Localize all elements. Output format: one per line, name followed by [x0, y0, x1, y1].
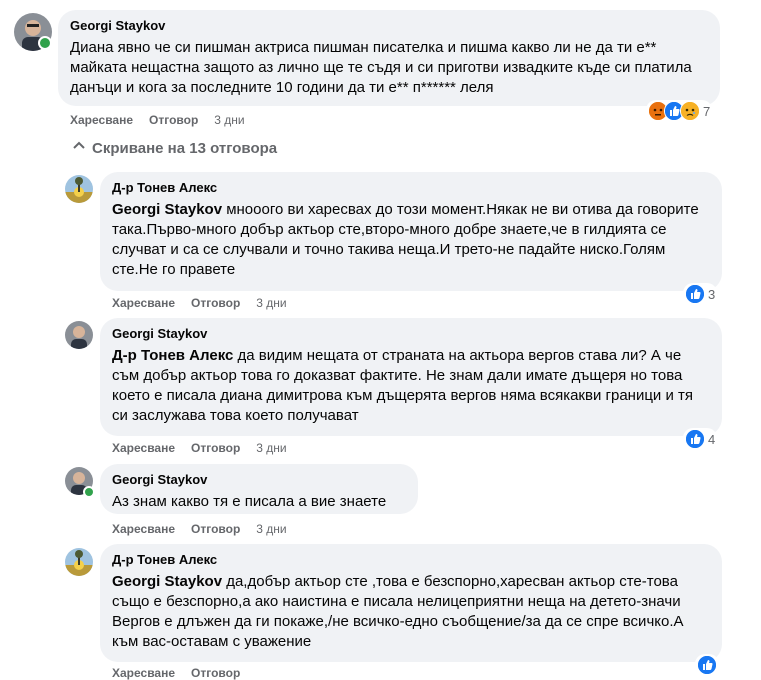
- like-button[interactable]: Харесване: [112, 522, 175, 536]
- comment-text: Georgi Staykov мнооого ви харесвах до то…: [112, 200, 710, 280]
- comment-text: Georgi Staykov да,добър актьор сте ,това…: [112, 572, 710, 652]
- comment-actions: Харесване Отговор 3 дни: [112, 522, 287, 536]
- mention-link[interactable]: Georgi Staykov: [112, 573, 222, 590]
- like-reaction-icon: [697, 655, 717, 675]
- comment-text: Диана явно че си пишман актриса пишман п…: [70, 39, 692, 96]
- like-button[interactable]: Харесване: [112, 296, 175, 310]
- reaction-count: 4: [708, 431, 716, 447]
- comment-actions: Харесване Отговор 3 дни: [70, 113, 245, 127]
- comment-bubble: Georgi Staykov Д-р Тонев Алекс да видим …: [100, 318, 722, 436]
- comment-author[interactable]: Д-р Тонев Алекс: [112, 552, 710, 568]
- avatar[interactable]: [65, 548, 93, 576]
- comment-author[interactable]: Georgi Staykov: [112, 326, 710, 342]
- comment-actions: Харесване Отговор: [112, 666, 240, 680]
- like-button[interactable]: Харесване: [112, 441, 175, 455]
- reply-button[interactable]: Отговор: [191, 666, 240, 680]
- hide-replies-button[interactable]: Скриване на 13 отговора: [72, 139, 277, 157]
- comment-text: Аз знам какво тя е писала а вие знаете: [112, 493, 387, 510]
- like-button[interactable]: Харесване: [70, 113, 133, 127]
- avatar[interactable]: [65, 175, 93, 203]
- comment-text: Д-р Тонев Алекс да видим нещата от стран…: [112, 346, 710, 426]
- mention-link[interactable]: Georgi Staykov: [112, 201, 222, 218]
- comment-actions: Харесване Отговор 3 дни: [112, 296, 287, 310]
- timestamp[interactable]: 3 дни: [214, 113, 244, 127]
- chevron-up-icon: [72, 139, 86, 157]
- reactions-summary[interactable]: 4: [683, 428, 718, 450]
- like-button[interactable]: Харесване: [112, 666, 175, 680]
- online-status-icon: [38, 36, 52, 50]
- reaction-count: 3: [708, 286, 716, 302]
- timestamp[interactable]: 3 дни: [256, 441, 286, 455]
- comment-author[interactable]: Д-р Тонев Алекс: [112, 180, 710, 196]
- like-reaction-icon: [685, 429, 705, 449]
- avatar[interactable]: [65, 321, 93, 349]
- online-status-icon: [83, 486, 95, 498]
- comment-author[interactable]: Georgi Staykov: [112, 472, 406, 488]
- reply-button[interactable]: Отговор: [191, 296, 240, 310]
- reactions-summary[interactable]: 7: [646, 100, 713, 122]
- comment-bubble: Д-р Тонев Алекс Georgi Staykov мнооого в…: [100, 172, 722, 291]
- mention-link[interactable]: Д-р Тонев Алекс: [112, 347, 233, 364]
- reactions-summary[interactable]: 3: [683, 283, 718, 305]
- comment-actions: Харесване Отговор 3 дни: [112, 441, 287, 455]
- reply-button[interactable]: Отговор: [191, 522, 240, 536]
- reply-button[interactable]: Отговор: [191, 441, 240, 455]
- sad-reaction-icon: [680, 101, 700, 121]
- hide-replies-label: Скриване на 13 отговора: [92, 139, 278, 157]
- like-reaction-icon: [685, 284, 705, 304]
- comment-author[interactable]: Georgi Staykov: [70, 18, 708, 34]
- reaction-count: 7: [703, 103, 711, 119]
- comment-bubble: Georgi Staykov Диана явно че си пишман а…: [58, 10, 720, 106]
- comment-bubble: Georgi Staykov Аз знам какво тя е писала…: [100, 464, 418, 514]
- reply-button[interactable]: Отговор: [149, 113, 198, 127]
- comment-bubble: Д-р Тонев Алекс Georgi Staykov да,добър …: [100, 544, 722, 662]
- timestamp[interactable]: 3 дни: [256, 522, 286, 536]
- timestamp[interactable]: 3 дни: [256, 296, 286, 310]
